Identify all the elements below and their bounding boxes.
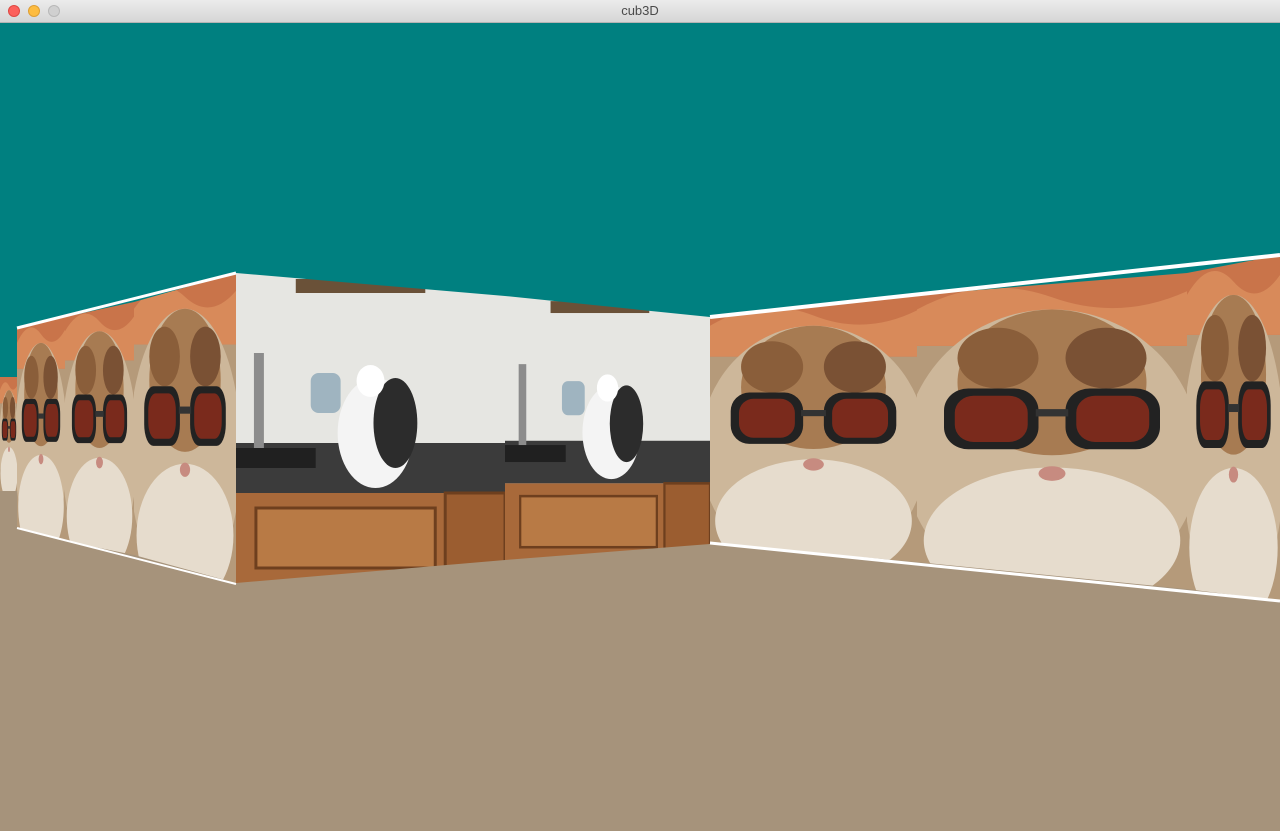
wall-left-2	[65, 302, 134, 555]
far-wall-slice	[0, 377, 18, 491]
wall-left-3	[134, 273, 236, 583]
title-bar[interactable]: cub3D	[0, 0, 1280, 23]
app-window: cub3D	[0, 0, 1280, 831]
wall-right-1	[710, 295, 917, 562]
wall-right-2	[917, 273, 1187, 589]
wall-center-1	[236, 273, 505, 583]
wall-center-2	[505, 296, 710, 560]
window-title: cub3D	[621, 3, 659, 18]
game-viewport[interactable]	[0, 23, 1280, 831]
wall-right-3	[1187, 255, 1280, 601]
wall-left-1	[17, 317, 65, 541]
